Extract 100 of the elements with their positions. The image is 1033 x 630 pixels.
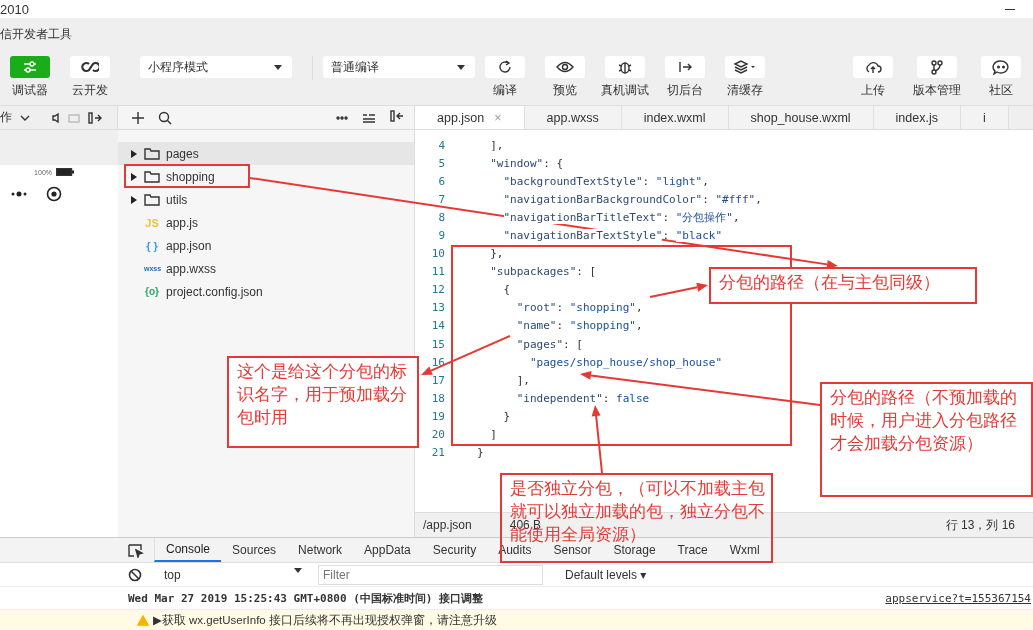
line-number: 8 bbox=[437, 210, 445, 224]
devtools-tab[interactable]: AppData bbox=[353, 538, 422, 563]
toolbar-button[interactable]: 版本管理 bbox=[905, 56, 969, 99]
caret-icon bbox=[294, 567, 302, 573]
file-tree-item[interactable]: JS app.js bbox=[118, 211, 414, 234]
annotation-note: 分包的路径（在与主包同级） bbox=[709, 267, 977, 304]
chevron-down-icon bbox=[20, 114, 30, 121]
expand-arrow-icon bbox=[130, 148, 138, 159]
folder-icon bbox=[144, 193, 160, 206]
window-title: 2010 bbox=[0, 1, 29, 17]
editor-tab[interactable]: index.js bbox=[873, 106, 961, 129]
target-icon bbox=[46, 186, 62, 202]
devtools-tab[interactable]: Trace bbox=[666, 538, 719, 563]
cursor-position: 行 13，列 16 bbox=[945, 516, 1015, 534]
toolbar-button[interactable]: 清缓存 bbox=[715, 56, 775, 99]
file-tree-item[interactable]: { } app.json bbox=[118, 234, 414, 257]
toolbar-button[interactable]: 云开发 bbox=[60, 56, 120, 99]
annotation-note: 这个是给这个分包的标识名字，用于预加载分包时用 bbox=[227, 356, 419, 448]
arrow bbox=[649, 282, 708, 298]
file-tree-item[interactable]: {o} project.config.json bbox=[118, 280, 414, 303]
editor-tab[interactable]: app.json × bbox=[415, 106, 525, 129]
search-icon bbox=[158, 110, 172, 125]
layers-icon bbox=[733, 60, 757, 74]
compile-dropdown[interactable]: 普通编译 bbox=[323, 56, 475, 78]
line-number: 5 bbox=[437, 156, 445, 170]
filter-field[interactable]: Filter bbox=[318, 564, 543, 585]
warning-icon bbox=[137, 614, 149, 626]
line-number: 20 bbox=[430, 428, 445, 442]
editor-tab[interactable]: shop_house.wxml bbox=[728, 106, 874, 129]
code-line: "window": { bbox=[489, 156, 564, 170]
toggle-icon bbox=[22, 61, 38, 73]
more-icon bbox=[10, 191, 28, 197]
devtools-tab[interactable]: Network bbox=[287, 538, 354, 563]
clear-icon bbox=[128, 567, 142, 582]
file-tree-item[interactable]: pages bbox=[118, 142, 414, 165]
expand-arrow-icon bbox=[130, 194, 138, 205]
line-number: 12 bbox=[430, 283, 445, 297]
folder-icon bbox=[144, 147, 160, 160]
menu-label[interactable]: 作 bbox=[0, 109, 12, 126]
branch-icon bbox=[930, 59, 944, 75]
warning-message: ▶获取 wx.getUserInfo 接口后续将不再出现授权弹窗，请注意升级 bbox=[153, 612, 497, 628]
battery-icon bbox=[56, 168, 74, 176]
devtools-tab[interactable]: Wxml bbox=[718, 538, 771, 563]
line-number: 21 bbox=[430, 446, 445, 460]
more-icon bbox=[336, 115, 348, 120]
line-number: 10 bbox=[430, 247, 445, 261]
devtools-tab[interactable]: Sources bbox=[221, 538, 288, 563]
file-path: /app.json bbox=[423, 518, 472, 532]
code-line: "pages": [ bbox=[515, 337, 583, 351]
bug-icon bbox=[617, 59, 633, 75]
chat-icon bbox=[992, 59, 1010, 75]
line-number: 6 bbox=[437, 174, 445, 188]
file-tree-item[interactable]: utils bbox=[118, 188, 414, 211]
expand-arrow-icon bbox=[130, 171, 138, 182]
annotation-note: 分包的路径（不预加载的时候，用户进入分包路径才会加载分包资源） bbox=[820, 382, 1033, 497]
code-line: "navigationBarBackgroundColor": "#fff", bbox=[502, 192, 762, 206]
collapse-icon bbox=[362, 112, 376, 123]
minimize-icon[interactable] bbox=[1005, 8, 1015, 10]
json-file-icon: { } bbox=[144, 239, 160, 252]
caret-icon bbox=[457, 64, 465, 70]
devtools-tab[interactable]: Console bbox=[154, 538, 222, 563]
editor-tab[interactable]: i bbox=[960, 106, 1009, 129]
code-line: } bbox=[477, 446, 484, 460]
devtools-tab[interactable]: Security bbox=[421, 538, 488, 563]
code-line: "backgroundTextStyle": "light", bbox=[502, 174, 709, 188]
line-number: 18 bbox=[430, 391, 445, 405]
code-line: "name": "shopping", bbox=[515, 319, 643, 333]
line-number: 4 bbox=[437, 138, 445, 152]
eye-icon bbox=[556, 61, 574, 73]
speaker-icon bbox=[52, 112, 60, 123]
code-line: { bbox=[502, 283, 511, 297]
toolbar-button[interactable]: 预览 bbox=[535, 56, 595, 99]
inspect-icon bbox=[128, 544, 144, 558]
config-file-icon: {o} bbox=[144, 286, 160, 297]
code-line: "navigationBarTitleText": "分包操作", bbox=[502, 209, 740, 225]
link-icon bbox=[81, 60, 99, 74]
mode-dropdown[interactable]: 小程序模式 bbox=[140, 56, 292, 78]
toolbar-button[interactable]: 上传 bbox=[841, 56, 905, 99]
refresh-icon bbox=[497, 59, 513, 75]
code-line: } bbox=[502, 409, 511, 423]
debugger-toggle[interactable]: 调试器 bbox=[0, 56, 60, 99]
caret-icon bbox=[274, 64, 282, 70]
line-number: 7 bbox=[437, 192, 445, 206]
line-number: 19 bbox=[430, 409, 445, 423]
source-link[interactable]: appservice?t=155367154 bbox=[885, 591, 1033, 605]
window-icon bbox=[68, 112, 80, 123]
levels-dropdown[interactable]: Default levels ▾ bbox=[559, 566, 653, 583]
code-line: ], bbox=[489, 138, 504, 152]
editor-tab[interactable]: app.wxss bbox=[524, 106, 622, 129]
toolbar-button[interactable]: 切后台 bbox=[655, 56, 715, 99]
toolbar-button[interactable]: 编译 bbox=[475, 56, 535, 99]
editor-tab[interactable]: index.wxml bbox=[621, 106, 729, 129]
app-title: 信开发者工具 bbox=[0, 25, 72, 43]
toolbar-button[interactable]: 社区 bbox=[969, 56, 1033, 99]
toolbar-button[interactable]: 真机调试 bbox=[595, 56, 655, 99]
file-tree-item[interactable]: shopping bbox=[118, 165, 414, 188]
code-line: "subpackages": [ bbox=[489, 265, 597, 279]
context-dropdown[interactable]: top bbox=[150, 567, 310, 582]
add-icon bbox=[132, 111, 144, 124]
line-number: 11 bbox=[430, 265, 445, 279]
